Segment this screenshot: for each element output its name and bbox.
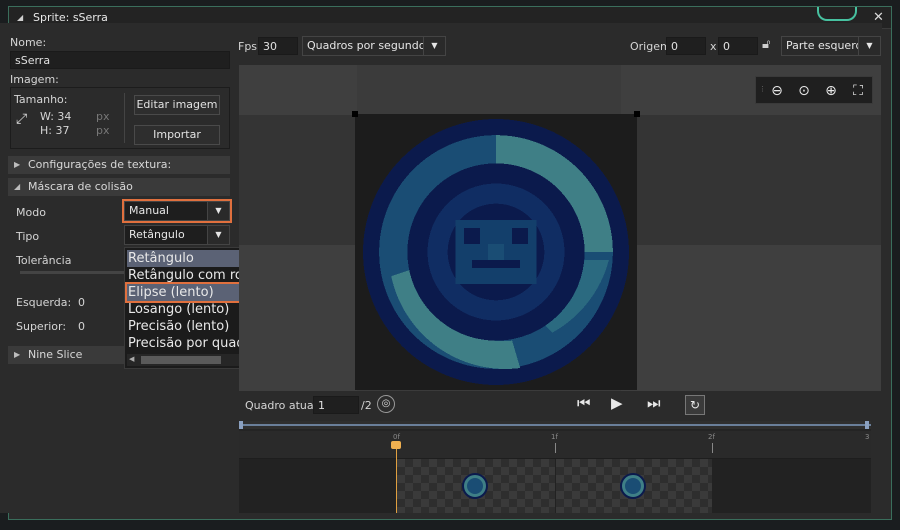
origin-x-separator: x	[710, 40, 717, 53]
mode-label: Modo	[16, 206, 46, 219]
playhead-line	[396, 441, 397, 513]
dropdown-scrollbar[interactable]: ◀ ▶	[127, 354, 251, 366]
left-value[interactable]: 0	[78, 296, 85, 309]
option-rectangle[interactable]: Retângulo	[127, 250, 251, 267]
lock-icon[interactable]: 🔓︎	[762, 37, 770, 52]
chevron-down-icon[interactable]: ▼	[423, 37, 445, 55]
skip-forward-icon[interactable]: ⏭	[647, 394, 661, 412]
top-value[interactable]: 0	[78, 320, 85, 333]
scroll-left-icon[interactable]: ◀	[129, 355, 134, 363]
origin-preset-select[interactable]: Parte esquerda ▼	[781, 36, 881, 56]
loop-icon[interactable]: ↻	[685, 395, 705, 415]
tick-label: 3	[865, 433, 870, 441]
playback-bar: Quadro atual: 1 /2 ◎ ⏮ ▶ ⏭ ↻	[239, 391, 881, 421]
onion-skin-icon[interactable]: ◎	[377, 395, 395, 413]
option-precise[interactable]: Precisão (lento)	[127, 318, 251, 335]
tick-label: 2f	[708, 433, 715, 441]
chevron-down-icon[interactable]: ▼	[858, 37, 880, 55]
scrollbar-thumb[interactable]	[141, 356, 221, 364]
option-ellipse[interactable]: Elipse (lento)	[125, 282, 253, 303]
name-field[interactable]: sSerra	[10, 51, 230, 69]
size-label: Tamanho:	[14, 93, 68, 106]
current-frame-label: Quadro atual:	[245, 399, 321, 412]
frame-total: /2	[361, 399, 372, 412]
range-handle-start[interactable]	[239, 421, 243, 429]
name-label: Nome:	[10, 36, 47, 49]
fps-field[interactable]: 30	[258, 37, 298, 55]
px-unit-h: px	[96, 124, 110, 137]
checker-cell	[239, 115, 357, 245]
option-rotated-rectangle[interactable]: Retângulo com rotação	[127, 267, 251, 284]
tolerance-label: Tolerância	[16, 254, 72, 267]
timeline-ruler: 0f 1f 2f 3	[239, 431, 871, 459]
skip-back-icon[interactable]: ⏮	[577, 394, 591, 412]
zoom-in-icon[interactable]: ⊕	[820, 81, 842, 101]
origin-y-field[interactable]: 0	[718, 37, 758, 55]
type-value: Retângulo	[129, 228, 185, 241]
nine-slice-label: Nine Slice	[28, 348, 83, 361]
type-select[interactable]: Retângulo ▼	[124, 225, 230, 245]
option-precise-per-frame[interactable]: Precisão por quadro	[127, 335, 251, 352]
collision-mask-label: Máscara de colisão	[28, 180, 133, 193]
fullscreen-icon[interactable]: ⛶	[847, 81, 869, 101]
divider	[124, 93, 125, 143]
sprite-toolbar: Fps 30 Quadros por segundo ▼ Origem 0 x …	[232, 23, 882, 65]
import-button[interactable]: Importar	[134, 125, 220, 145]
origin-x-field[interactable]: 0	[666, 37, 706, 55]
origin-preset-value: Parte esquerda	[786, 39, 870, 52]
mode-value: Manual	[129, 204, 169, 217]
origin-label: Origem	[630, 40, 671, 53]
frame-strip[interactable]	[239, 459, 871, 513]
tick-label: 0f	[393, 433, 400, 441]
fps-label: Fps	[238, 40, 258, 53]
collision-mask-section[interactable]: ◢ Máscara de colisão	[8, 178, 230, 196]
chevron-down-icon[interactable]: ▼	[207, 226, 229, 244]
checker-cell	[621, 245, 881, 391]
chevron-down-icon[interactable]: ▼	[207, 202, 229, 220]
play-icon[interactable]: ▶	[611, 394, 623, 412]
edit-image-button[interactable]: Editar imagem	[134, 95, 220, 115]
collapse-icon[interactable]: ◢	[17, 13, 23, 22]
type-dropdown-list[interactable]: Retângulo Retângulo com rotação Elipse (…	[124, 247, 254, 369]
sprite-canvas[interactable]	[239, 65, 881, 391]
top-label: Superior:	[16, 320, 67, 333]
frame-1-thumbnail	[464, 475, 486, 497]
window-notch	[817, 7, 857, 21]
option-diamond[interactable]: Losango (lento)	[127, 301, 251, 318]
px-unit-w: px	[96, 110, 110, 123]
texture-settings-section[interactable]: ▶ Configurações de textura:	[8, 156, 230, 174]
zoom-out-icon[interactable]: ⊖	[766, 81, 788, 101]
width-value: W: 34	[40, 110, 72, 123]
texture-settings-label: Configurações de textura:	[28, 158, 172, 171]
zoom-toolbar: ⋮ ⊖ ⊙ ⊕ ⛶	[755, 76, 873, 104]
checker-cell	[239, 245, 357, 391]
height-value: H: 37	[40, 124, 70, 137]
fps-mode-select[interactable]: Quadros por segundo ▼	[302, 36, 446, 56]
checker-cell	[239, 65, 357, 115]
range-handle-end[interactable]	[865, 421, 869, 429]
frame-2-thumbnail	[622, 475, 644, 497]
tolerance-slider[interactable]	[20, 271, 124, 274]
current-frame-field[interactable]: 1	[313, 396, 359, 414]
fps-mode-value: Quadros por segundo	[307, 39, 426, 52]
tick-mark	[555, 443, 556, 453]
resize-icon[interactable]: ⤢	[16, 111, 27, 127]
timeline[interactable]: 0f 1f 2f 3	[239, 421, 871, 513]
left-label: Esquerda:	[16, 296, 72, 309]
expand-arrow-icon: ▶	[14, 160, 21, 169]
type-label: Tipo	[16, 230, 40, 243]
mode-select[interactable]: Manual ▼	[122, 199, 232, 223]
checker-cell	[621, 115, 881, 245]
expand-arrow-icon: ▶	[14, 350, 21, 359]
saw-sprite-image	[363, 119, 629, 385]
timeline-range-bar[interactable]	[239, 421, 871, 429]
zoom-reset-icon[interactable]: ⊙	[793, 81, 815, 101]
collapse-arrow-icon: ◢	[14, 182, 21, 191]
image-label: Imagem:	[10, 73, 59, 86]
playhead-handle[interactable]	[391, 441, 401, 449]
range-line	[239, 424, 871, 426]
tick-label: 1f	[551, 433, 558, 441]
tick-mark	[712, 443, 713, 453]
drag-handle-icon[interactable]: ⋮	[759, 85, 766, 93]
